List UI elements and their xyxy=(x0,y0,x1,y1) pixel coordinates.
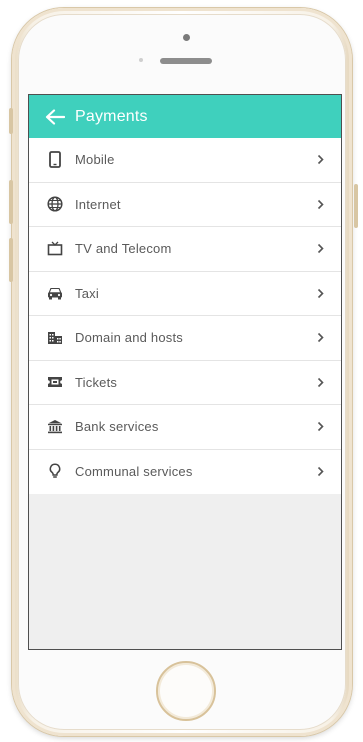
arrow-left-icon[interactable] xyxy=(43,105,67,129)
chevron-right-icon xyxy=(313,243,327,254)
earpiece-speaker xyxy=(160,58,212,64)
list-item-label: Taxi xyxy=(75,285,99,301)
app-bar: Payments xyxy=(29,95,341,138)
tv-icon xyxy=(46,240,64,258)
list-item-tickets[interactable]: Tickets xyxy=(29,361,341,405)
list-item-tv-and-telecom[interactable]: TV and Telecom xyxy=(29,227,341,272)
list-item-label: Tickets xyxy=(75,374,118,390)
list-item-taxi[interactable]: Taxi xyxy=(29,272,341,316)
list-item-label: Mobile xyxy=(75,152,115,168)
list-item-label: Internet xyxy=(75,196,121,212)
list-item-communal-services[interactable]: Communal services xyxy=(29,450,341,495)
page-title: Payments xyxy=(75,107,148,125)
chevron-right-icon xyxy=(313,199,327,210)
building-icon xyxy=(46,329,64,347)
list-item-label: Domain and hosts xyxy=(75,330,183,346)
volume-down-button xyxy=(9,238,13,282)
power-button xyxy=(354,184,358,228)
chevron-right-icon xyxy=(313,466,327,477)
volume-up-button xyxy=(9,180,13,224)
ticket-icon xyxy=(46,373,64,391)
list-item-label: TV and Telecom xyxy=(75,241,172,257)
globe-icon xyxy=(46,195,64,213)
list-item-internet[interactable]: Internet xyxy=(29,183,341,227)
side-button xyxy=(9,108,13,134)
home-button[interactable] xyxy=(156,661,216,721)
list-item-mobile[interactable]: Mobile xyxy=(29,138,341,183)
app-screen: Payments Mobile Internet TV and Telecom … xyxy=(28,94,342,650)
list-item-bank-services[interactable]: Bank services xyxy=(29,405,341,450)
lightbulb-icon xyxy=(46,463,64,481)
chevron-right-icon xyxy=(313,421,327,432)
smartphone-icon xyxy=(46,151,64,169)
list-item-domain-and-hosts[interactable]: Domain and hosts xyxy=(29,316,341,361)
list-item-label: Bank services xyxy=(75,419,159,435)
chevron-right-icon xyxy=(313,332,327,343)
bank-icon xyxy=(46,418,64,436)
proximity-sensor xyxy=(139,58,143,62)
list-item-label: Communal services xyxy=(75,464,193,480)
chevron-right-icon xyxy=(313,377,327,388)
front-camera xyxy=(183,34,190,41)
car-icon xyxy=(46,284,64,302)
payment-category-list: Mobile Internet TV and Telecom Taxi Doma… xyxy=(29,138,341,494)
chevron-right-icon xyxy=(313,288,327,299)
chevron-right-icon xyxy=(313,154,327,165)
